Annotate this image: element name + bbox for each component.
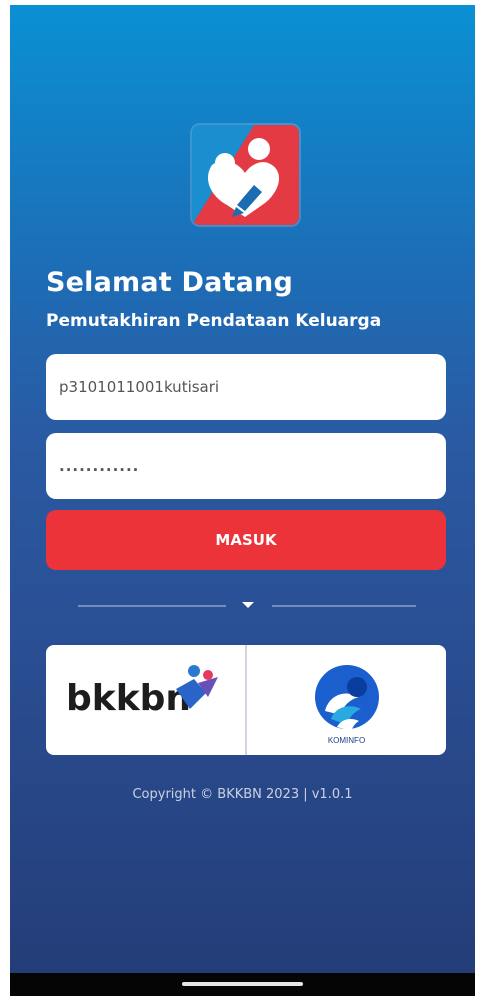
heart-pen-logo-icon (192, 125, 299, 225)
navigation-bar (10, 973, 475, 996)
kominfo-label: KOMINFO (327, 736, 366, 745)
username-value: p3101011001kutisari (59, 378, 220, 396)
password-value: ............ (59, 457, 140, 475)
login-button[interactable]: MASUK (46, 510, 446, 570)
home-indicator[interactable] (182, 982, 303, 986)
bkkbn-logo: bkkbn (46, 645, 247, 755)
kominfo-globe-icon (315, 665, 379, 731)
password-input[interactable]: ............ (46, 433, 446, 499)
username-input[interactable]: p3101011001kutisari (46, 354, 446, 420)
app-subtitle: Pemutakhiran Pendataan Keluarga (46, 311, 382, 331)
divider-left (78, 605, 226, 607)
kominfo-logo: KOMINFO (247, 645, 446, 755)
app-logo (192, 125, 299, 225)
copyright-text: Copyright © BKKBN 2023 | v1.0.1 (132, 787, 353, 802)
welcome-title: Selamat Datang (46, 267, 293, 298)
caret-down-icon (242, 602, 254, 608)
divider-right (272, 605, 416, 607)
login-screen: Selamat Datang Pemutakhiran Pendataan Ke… (10, 5, 475, 973)
bkkbn-mark-icon (176, 665, 218, 709)
partner-logos: bkkbn KOMINFO (46, 645, 446, 755)
